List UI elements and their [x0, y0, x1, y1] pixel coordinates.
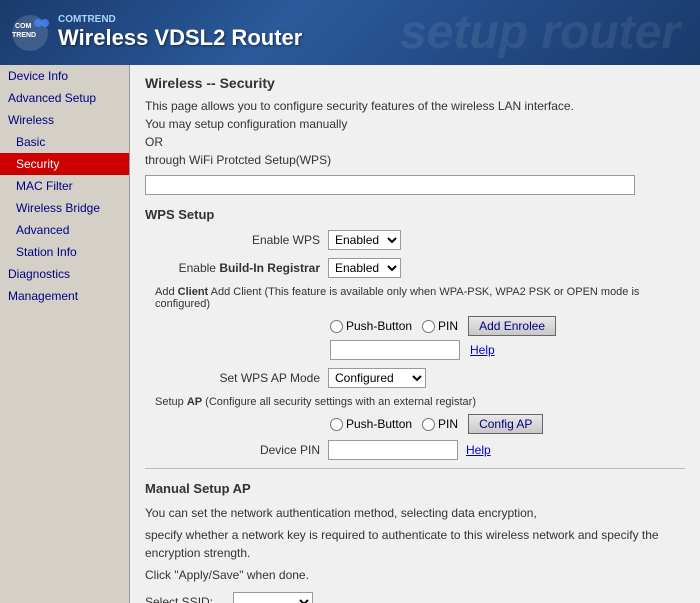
ssid-select[interactable]: [233, 592, 313, 603]
setup-ap-pin-radio[interactable]: [422, 418, 435, 431]
select-ssid-row: Select SSID:: [145, 592, 685, 603]
enable-registrar-row: Enable Build-In Registrar Enabled Disabl…: [145, 258, 685, 278]
brand-name: COMTREND: [58, 14, 302, 25]
push-button-radio[interactable]: [330, 320, 343, 333]
manual-desc3: Click "Apply/Save" when done.: [145, 566, 685, 584]
sidebar: Device Info Advanced Setup Wireless Basi…: [0, 65, 130, 603]
sidebar-item-wireless-bridge[interactable]: Wireless Bridge: [0, 197, 129, 219]
desc-line1: This page allows you to configure securi…: [145, 99, 685, 113]
pin-input-row: Help: [145, 340, 685, 360]
sidebar-item-security[interactable]: Security: [0, 153, 129, 175]
manual-section-title: Manual Setup AP: [145, 481, 685, 496]
sidebar-item-basic[interactable]: Basic: [0, 131, 129, 153]
sidebar-item-device-info[interactable]: Device Info: [0, 65, 129, 87]
header-bg-text: setup router: [400, 5, 680, 60]
main-layout: Device Info Advanced Setup Wireless Basi…: [0, 65, 700, 603]
content-area: Wireless -- Security This page allows yo…: [130, 65, 700, 603]
sidebar-item-mac-filter[interactable]: MAC Filter: [0, 175, 129, 197]
enable-wps-label: Enable WPS: [145, 233, 320, 247]
setup-ap-pin-label: PIN: [438, 417, 458, 431]
sidebar-item-wireless[interactable]: Wireless: [0, 109, 129, 131]
svg-text:COM: COM: [15, 23, 32, 30]
page-title: Wireless -- Security: [145, 75, 685, 91]
section-divider: [145, 468, 685, 469]
wps-ap-mode-label: Set WPS AP Mode: [145, 371, 320, 385]
push-button-label: Push-Button: [346, 319, 412, 333]
logo: COM TREND COMTREND Wireless VDSL2 Router: [10, 13, 302, 53]
pin-radio[interactable]: [422, 320, 435, 333]
wps-ap-mode-select[interactable]: Configured Unconfigured: [328, 368, 426, 388]
push-button-radio-label[interactable]: Push-Button: [330, 319, 412, 333]
device-pin-row: Device PIN Help: [145, 440, 685, 460]
wps-ap-mode-row: Set WPS AP Mode Configured Unconfigured: [145, 368, 685, 388]
sidebar-item-station-info[interactable]: Station Info: [0, 241, 129, 263]
add-client-note: Add Client Add Client (This feature is a…: [155, 286, 685, 310]
setup-ap-note: Setup AP (Configure all security setting…: [155, 396, 685, 408]
wps-section-title: WPS Setup: [145, 207, 685, 222]
wps-bar-input[interactable]: [145, 175, 635, 195]
sidebar-item-management[interactable]: Management: [0, 285, 129, 307]
setup-ap-push-radio-label[interactable]: Push-Button: [330, 417, 412, 431]
enable-registrar-select[interactable]: Enabled Disabled: [328, 258, 401, 278]
select-ssid-label: Select SSID:: [145, 595, 225, 603]
comtrend-logo-icon: COM TREND: [10, 13, 50, 53]
pin-label: PIN: [438, 319, 458, 333]
sidebar-item-diagnostics[interactable]: Diagnostics: [0, 263, 129, 285]
device-pin-help-link[interactable]: Help: [466, 443, 491, 457]
enable-wps-select[interactable]: Enabled Disabled: [328, 230, 401, 250]
add-enrolee-button[interactable]: Add Enrolee: [468, 316, 556, 336]
header-title: Wireless VDSL2 Router: [58, 25, 302, 51]
config-ap-button[interactable]: Config AP: [468, 414, 543, 434]
setup-ap-radio-group: Push-Button PIN Config AP: [330, 414, 685, 434]
device-pin-label: Device PIN: [145, 443, 320, 457]
manual-setup-section: Manual Setup AP You can set the network …: [145, 481, 685, 603]
desc-line3: OR: [145, 135, 685, 149]
manual-desc1: You can set the network authentication m…: [145, 504, 685, 522]
add-enrolee-help-link[interactable]: Help: [470, 343, 495, 357]
enrolee-pin-input[interactable]: [330, 340, 460, 360]
enable-wps-row: Enable WPS Enabled Disabled: [145, 230, 685, 250]
desc-line4: through WiFi Protcted Setup(WPS): [145, 153, 685, 167]
svg-text:TREND: TREND: [12, 32, 36, 39]
manual-desc2: specify whether a network key is require…: [145, 526, 685, 562]
sidebar-item-advanced-setup[interactable]: Advanced Setup: [0, 87, 129, 109]
sidebar-item-advanced[interactable]: Advanced: [0, 219, 129, 241]
enable-registrar-label: Enable Build-In Registrar: [145, 261, 320, 275]
device-pin-input[interactable]: [328, 440, 458, 460]
add-client-radio-group: Push-Button PIN Add Enrolee: [330, 316, 685, 336]
setup-ap-push-label: Push-Button: [346, 417, 412, 431]
pin-radio-label[interactable]: PIN: [422, 319, 458, 333]
header: COM TREND COMTREND Wireless VDSL2 Router…: [0, 0, 700, 65]
setup-ap-pin-radio-label[interactable]: PIN: [422, 417, 458, 431]
setup-ap-push-radio[interactable]: [330, 418, 343, 431]
desc-line2: You may setup configuration manually: [145, 117, 685, 131]
